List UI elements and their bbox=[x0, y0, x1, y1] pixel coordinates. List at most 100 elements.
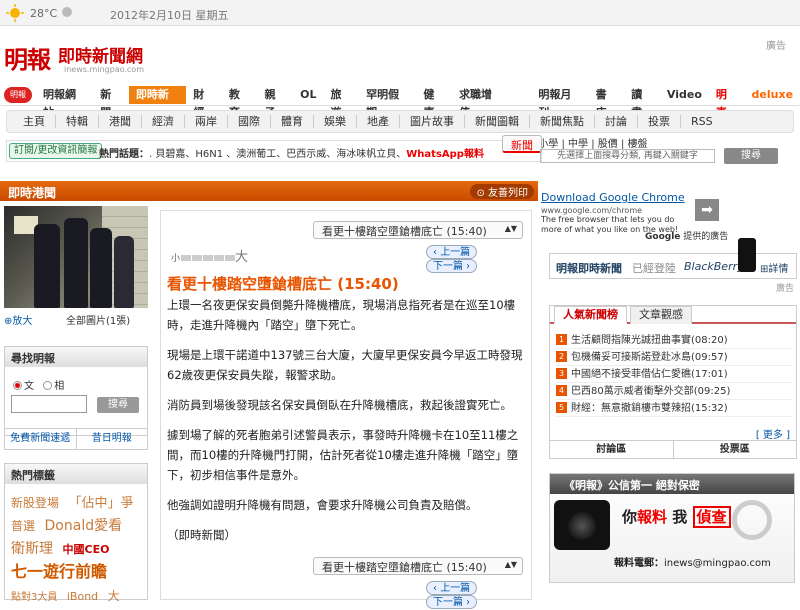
article-select-bottom[interactable]: 看更十樓踏空墮鎗槽底亡 (15:40) ▲▼ bbox=[313, 557, 523, 575]
prev-article-button[interactable]: ‹ 上一篇 bbox=[426, 581, 478, 595]
tag-link[interactable]: 衛斯理 bbox=[11, 538, 53, 560]
nav-item[interactable]: 讀書 bbox=[624, 86, 660, 119]
popular-news-item[interactable]: 3 中國絕不接受菲借佔仁愛礁(17:01) bbox=[556, 366, 792, 383]
nav-item[interactable]: 旅遊 bbox=[324, 86, 360, 119]
archive-link[interactable]: 昔日明報 bbox=[75, 429, 148, 449]
hot-topics-list[interactable]: . 貝碧嘉、H6N1 、澳洲葡工、巴西示威、海冰味帆立貝、 bbox=[149, 149, 406, 160]
temperature: 28°C bbox=[30, 7, 58, 20]
nav-item[interactable]: deluxe bbox=[745, 86, 800, 104]
nav-item[interactable]: 親子 bbox=[257, 86, 293, 119]
bb-details-label: 詳情 bbox=[768, 264, 789, 275]
nav-item[interactable]: 健康 bbox=[416, 86, 452, 119]
nav-item[interactable]: OL bbox=[293, 86, 323, 104]
next-article-button[interactable]: 下一篇 › bbox=[426, 595, 478, 609]
popular-news-item[interactable]: 2 包機備妥可接斯諾登赴冰島(09:57) bbox=[556, 349, 792, 366]
news-photo[interactable] bbox=[4, 206, 148, 308]
bb-details-link[interactable]: ⊞詳情 bbox=[760, 260, 788, 275]
tag-link[interactable]: 新股登場 bbox=[11, 492, 59, 514]
nav-item[interactable]: 財經 bbox=[186, 86, 222, 119]
nav-item-active[interactable]: 即時新聞 bbox=[128, 86, 187, 119]
nav-item[interactable]: 罕明假期 bbox=[359, 86, 416, 119]
pager-top: ‹ 上一篇下一篇 › bbox=[423, 245, 531, 273]
arrow-right-icon[interactable]: ➡ bbox=[695, 199, 719, 221]
find-input[interactable] bbox=[11, 395, 87, 413]
sub-nav-item[interactable]: 主頁 bbox=[13, 115, 56, 128]
font-size-control[interactable]: 小大 bbox=[171, 246, 248, 265]
popular-news-item[interactable]: 4 巴西80萬示威者衝擊外交部(09:25) bbox=[556, 383, 792, 400]
nav-item[interactable]: 明報網站 bbox=[36, 86, 93, 119]
popular-news-item[interactable]: 1 生活顧問指陳光誠扭曲事實(08:20) bbox=[556, 332, 792, 349]
radio-photo[interactable] bbox=[43, 381, 53, 390]
tag-link[interactable]: 大 bbox=[108, 585, 120, 607]
pager-bottom: ‹ 上一篇下一篇 › bbox=[423, 581, 531, 609]
sub-nav-item[interactable]: 經濟 bbox=[142, 115, 185, 128]
sub-nav-item[interactable]: 兩岸 bbox=[185, 115, 228, 128]
tag-link[interactable]: Donald愛看 bbox=[45, 515, 123, 537]
article-paragraph: 消防員到場後發現該名保安員倒臥在升降機槽底，救起後證實死亡。 bbox=[167, 398, 512, 412]
tab-popular-news[interactable]: 人氣新聞榜 bbox=[554, 306, 627, 324]
free-news-link[interactable]: 免費新聞速遞 bbox=[5, 429, 76, 449]
search-input[interactable]: 先選擇上面搜尋分類, 再鍵入關鍵字 bbox=[540, 149, 715, 163]
tag-link[interactable]: 「佔中」爭 bbox=[69, 493, 134, 515]
sub-nav-item[interactable]: 國際 bbox=[228, 115, 271, 128]
whatsapp-tip-link[interactable]: WhatsApp報料 bbox=[406, 149, 484, 160]
next-article-button[interactable]: 下一篇 › bbox=[426, 259, 478, 273]
popular-box-footer: 討論區 投票區 bbox=[550, 440, 796, 458]
popular-news-item[interactable]: 5 財經：無意撤銷樓市雙辣招(15:32) bbox=[556, 400, 792, 417]
sub-nav-item[interactable]: 圖片故事 bbox=[400, 115, 465, 128]
tab-article-reviews[interactable]: 文章觀感 bbox=[630, 306, 692, 324]
radio-text[interactable] bbox=[13, 381, 22, 390]
nav-item[interactable]: 書店 bbox=[589, 86, 625, 119]
all-photos-link[interactable]: 全部圖片(1張) bbox=[66, 312, 130, 327]
tip-email-address[interactable]: inews@mingpao.com bbox=[664, 558, 771, 569]
tag-link[interactable]: 中國CEO bbox=[63, 539, 110, 561]
nav-logo-icon[interactable]: 明報 bbox=[4, 87, 32, 103]
nav-item[interactable]: 新聞 bbox=[93, 86, 129, 119]
article-select-top[interactable]: 看更十樓踏空墮鎗槽底亡 (15:40) ▲▼ bbox=[313, 221, 523, 239]
sub-nav-item[interactable]: 特輯 bbox=[56, 115, 99, 128]
sub-nav-item[interactable]: 娛樂 bbox=[314, 115, 357, 128]
tip-slogan: 你報料 我 偵查 bbox=[622, 506, 731, 528]
slogan-report: 報料 bbox=[637, 508, 668, 526]
weather-toggle-icon[interactable] bbox=[62, 7, 72, 17]
sub-nav-item[interactable]: 地產 bbox=[357, 115, 400, 128]
sub-nav-item[interactable]: 投票 bbox=[638, 115, 681, 128]
sub-nav-item[interactable]: 討論 bbox=[595, 115, 638, 128]
find-button[interactable]: 搜尋 bbox=[97, 397, 139, 413]
forum-link[interactable]: 討論區 bbox=[550, 441, 673, 458]
search-type-radios: 文 相 bbox=[13, 377, 64, 392]
nav-item[interactable]: 求職增值 bbox=[452, 86, 509, 119]
subscribe-button[interactable]: 訂閱/更改資訊簡報 bbox=[9, 143, 103, 159]
sub-nav-item[interactable]: 新聞焦點 bbox=[530, 115, 595, 128]
nav-item[interactable]: Video bbox=[660, 86, 709, 104]
more-link[interactable]: [ 更多 ] bbox=[756, 426, 790, 441]
sub-nav-item[interactable]: 體育 bbox=[271, 115, 314, 128]
zoom-photo-link[interactable]: ⊕放大 bbox=[4, 312, 32, 327]
ad-title-link[interactable]: Download Google Chrome bbox=[541, 191, 685, 204]
article-body: 上環一名夜更保安員倒斃升降機槽底，現場消息指死者是在巡至10樓時，走進升降機內「… bbox=[167, 295, 529, 555]
nav-item[interactable]: 明車 bbox=[709, 86, 745, 119]
zoom-label: 放大 bbox=[12, 316, 33, 327]
tag-link[interactable]: 普選 bbox=[11, 515, 35, 537]
prev-article-button[interactable]: ‹ 上一篇 bbox=[426, 245, 478, 259]
nav-item[interactable]: 明報月刊 bbox=[531, 86, 588, 119]
nav-item[interactable]: 教育 bbox=[222, 86, 258, 119]
search-button[interactable]: 搜尋 bbox=[724, 148, 778, 164]
tip-email-label: 報料電郵： bbox=[614, 558, 664, 569]
site-logo[interactable]: 明報 即時新聞網 inews.mingpao.com bbox=[4, 40, 164, 76]
print-button[interactable]: ⊙ 友善列印 bbox=[470, 184, 534, 199]
tag-link[interactable]: 七一遊行前瞻 bbox=[11, 561, 107, 583]
tag-link[interactable]: iBond bbox=[67, 586, 98, 608]
sub-nav-item[interactable]: 新聞圖輯 bbox=[465, 115, 530, 128]
blackberry-banner[interactable]: 明報即時新聞 已經登陸 BlackBerry ⊞詳情 bbox=[549, 238, 797, 279]
search-tab-news[interactable]: 新聞 bbox=[502, 135, 542, 153]
vote-link[interactable]: 投票區 bbox=[672, 441, 797, 458]
ad-label: 廣告 bbox=[775, 284, 794, 294]
google-ad[interactable]: Download Google Chrome www.google.com/ch… bbox=[541, 187, 781, 242]
tag-link[interactable]: 點對3大員 bbox=[11, 587, 57, 609]
sub-nav-item[interactable]: 港聞 bbox=[99, 115, 142, 128]
popular-news-list: 1 生活顧問指陳光誠扭曲事實(08:20) 2 包機備妥可接斯諾登赴冰島(09:57… bbox=[556, 332, 792, 417]
news-tip-banner[interactable]: 《明報》公信第一 絕對保密 你報料 我 偵查 報料電郵：inews@mingpa… bbox=[549, 473, 795, 583]
logo-url: inews.mingpao.com bbox=[64, 65, 144, 74]
sub-nav-item[interactable]: RSS bbox=[681, 115, 723, 128]
